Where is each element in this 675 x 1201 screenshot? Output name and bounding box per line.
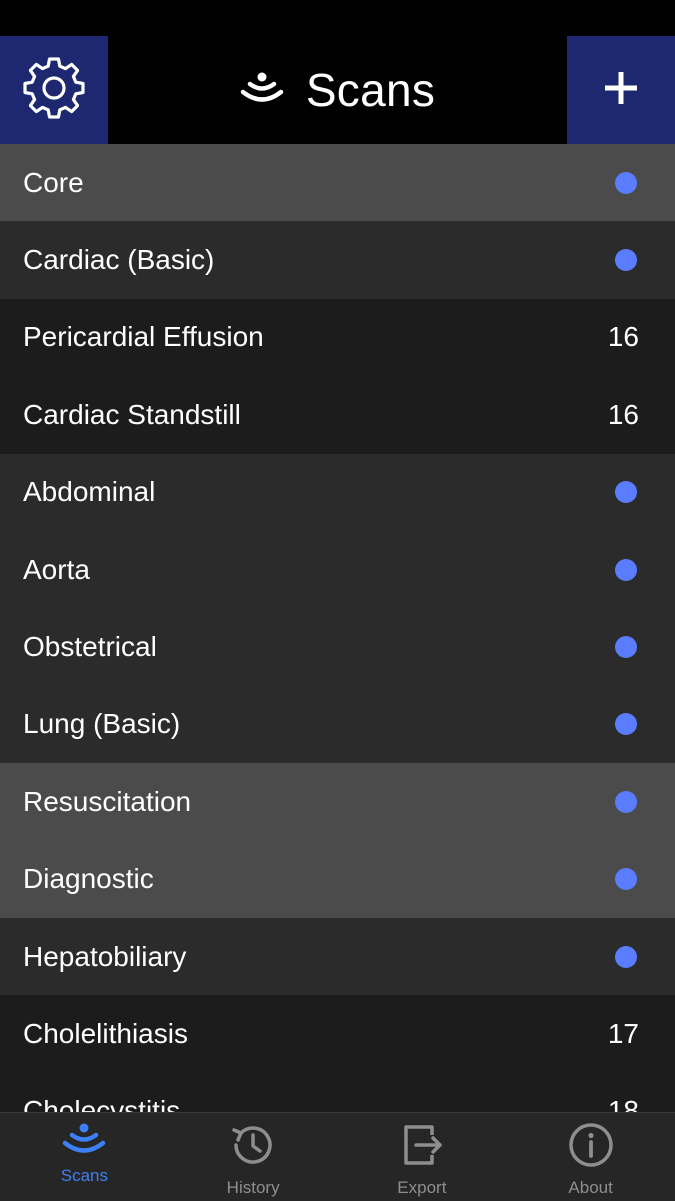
list-item[interactable]: Cholelithiasis 17 [0, 995, 675, 1073]
status-dot-icon [615, 171, 637, 194]
list-item-count: 18 [607, 1095, 639, 1113]
list-item-count: 17 [607, 1017, 639, 1049]
gear-icon [21, 55, 87, 126]
navigation-bar: Scans [0, 36, 675, 144]
export-icon [398, 1121, 446, 1174]
list-item-label: Hepatobiliary [23, 940, 187, 972]
list-item-label: Cardiac Standstill [23, 398, 241, 430]
list-item-count: 16 [607, 398, 639, 430]
list-item[interactable]: Core [0, 144, 675, 222]
tab-about[interactable]: About [506, 1113, 675, 1201]
list-item-label: Abdominal [23, 476, 156, 508]
list-item-label: Core [23, 166, 84, 198]
add-button[interactable] [567, 36, 675, 144]
status-dot-icon [615, 945, 637, 968]
status-dot-icon [615, 249, 637, 272]
list-item[interactable]: Aorta [0, 530, 675, 609]
list-item[interactable]: Lung (Basic) [0, 685, 675, 764]
page-title: Scans [108, 36, 567, 144]
list-item-label: Cholelithiasis [23, 1017, 188, 1049]
tab-scans[interactable]: Scans [0, 1113, 169, 1201]
list-item-count: 16 [607, 321, 639, 353]
list-item[interactable]: Cardiac (Basic) [0, 221, 675, 299]
list-item[interactable]: Resuscitation [0, 763, 675, 841]
history-icon [229, 1121, 277, 1174]
list-item[interactable]: Diagnostic [0, 840, 675, 918]
status-dot-icon [615, 558, 637, 581]
tab-bar: Scans History Export About [0, 1112, 675, 1201]
tab-label: About [568, 1178, 613, 1197]
status-bar [0, 0, 675, 36]
page-title-text: Scans [305, 64, 436, 116]
status-dot-icon [615, 713, 637, 736]
settings-button[interactable] [0, 36, 108, 144]
list-item[interactable]: Pericardial Effusion 16 [0, 298, 675, 377]
status-dot-icon [615, 636, 637, 659]
tab-label: History [226, 1178, 280, 1197]
list-item-label: Resuscitation [23, 785, 192, 817]
list-item[interactable]: Cholecystitis 18 [0, 1072, 675, 1113]
list-item-label: Obstetrical [23, 631, 157, 663]
scan-waves-icon [240, 71, 284, 110]
tab-label: Export [397, 1178, 447, 1197]
list-item-label: Pericardial Effusion [23, 321, 264, 353]
list-item-label: Lung (Basic) [23, 708, 181, 740]
scan-list[interactable]: Core Cardiac (Basic) Pericardial Effusio… [0, 144, 675, 1113]
list-item-label: Aorta [23, 553, 90, 585]
plus-icon [603, 70, 639, 111]
status-dot-icon [615, 481, 637, 504]
list-item-label: Cardiac (Basic) [23, 244, 215, 276]
tab-label: Scans [60, 1166, 108, 1185]
list-item[interactable]: Obstetrical [0, 608, 675, 686]
tab-history[interactable]: History [169, 1113, 338, 1201]
list-item[interactable]: Hepatobiliary [0, 917, 675, 996]
list-item-label: Cholecystitis [23, 1095, 181, 1113]
info-icon [567, 1121, 615, 1174]
list-item-label: Diagnostic [23, 863, 154, 895]
status-dot-icon [615, 790, 637, 813]
list-item[interactable]: Abdominal [0, 453, 675, 531]
status-dot-icon [615, 868, 637, 891]
list-item[interactable]: Cardiac Standstill 16 [0, 376, 675, 454]
tab-export[interactable]: Export [338, 1113, 507, 1201]
scan-waves-icon [62, 1121, 106, 1162]
